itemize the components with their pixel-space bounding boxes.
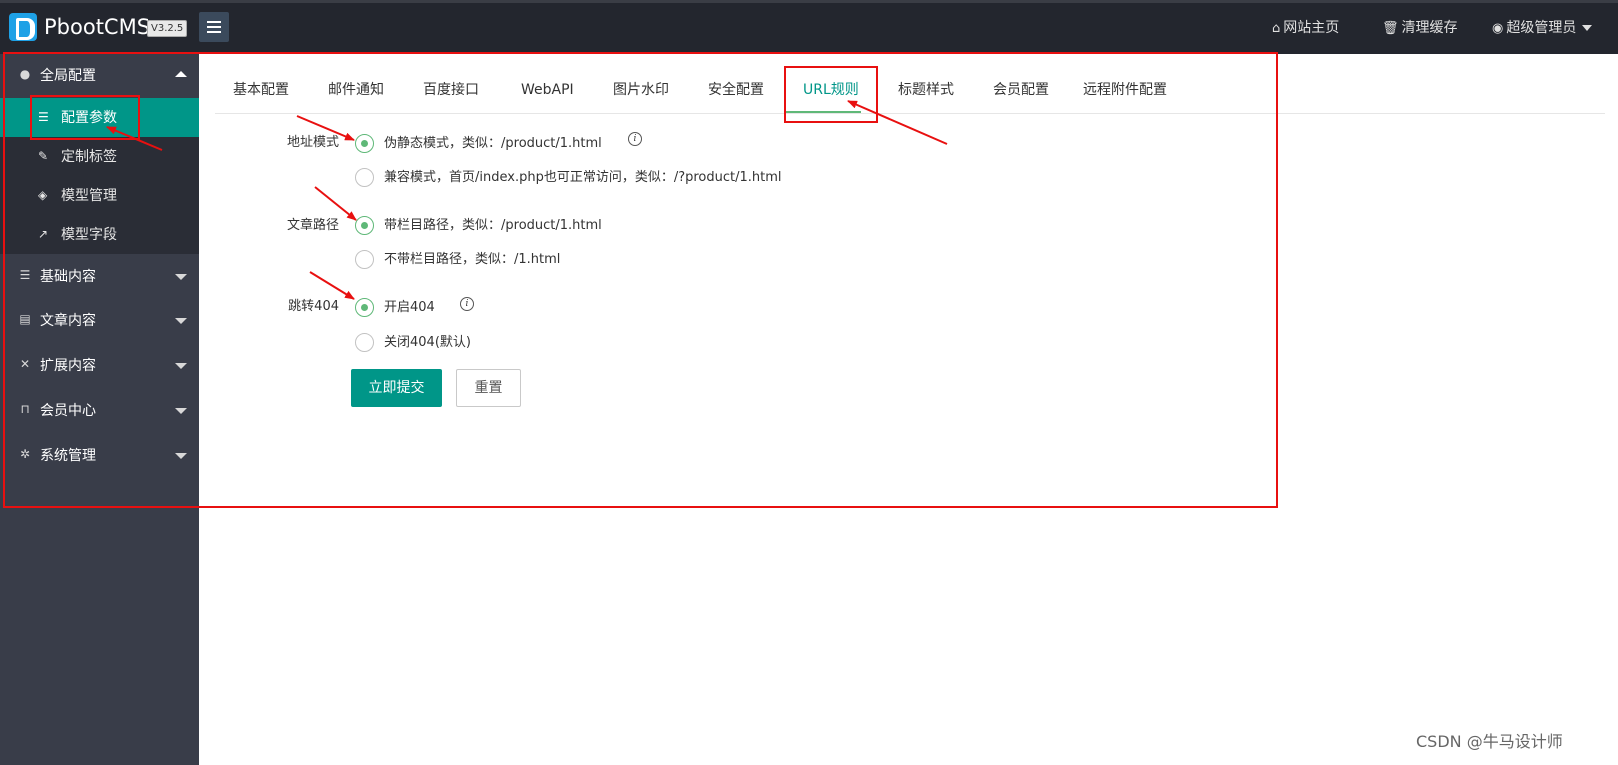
annotation-arrow (106, 126, 163, 151)
csdn-watermark: CSDN @牛马设计师 (1416, 732, 1563, 751)
annotation-arrow (847, 100, 948, 145)
annotation-arrow (309, 271, 355, 300)
annotation-arrow (314, 186, 357, 221)
annotation-arrows (106, 100, 948, 300)
annotation-arrow (296, 115, 355, 141)
